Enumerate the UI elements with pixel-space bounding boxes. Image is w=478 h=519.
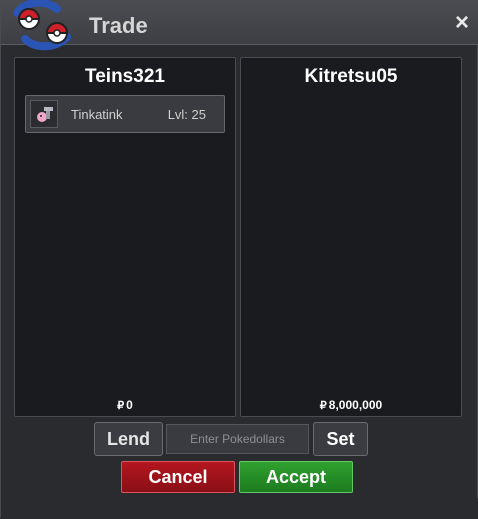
pokeball-logo-icon: [13, 0, 71, 51]
my-player-name: Teins321: [85, 66, 165, 87]
accept-button[interactable]: Accept: [239, 461, 353, 493]
my-money-value: 0: [126, 398, 133, 412]
partner-player-name: Kitretsu05: [304, 66, 398, 87]
lend-button[interactable]: Lend: [94, 422, 163, 456]
pokedollar-input[interactable]: [166, 424, 309, 454]
set-button[interactable]: Set: [313, 422, 368, 456]
close-icon[interactable]: ×: [455, 11, 469, 35]
my-offer-panel: Teins321 Tinkatink Lvl: 25 ₽0: [14, 57, 236, 417]
tinkatink-sprite-icon: [30, 100, 58, 128]
partner-money-display: ₽8,000,000: [241, 398, 461, 412]
trade-item-tinkatink[interactable]: Tinkatink Lvl: 25: [25, 95, 225, 133]
partner-offer-panel: Kitretsu05 ₽8,000,000: [240, 57, 462, 417]
pokedollar-icon: ₽: [319, 400, 327, 412]
my-money-display: ₽0: [15, 398, 235, 412]
window-bottom-edge: [1, 498, 478, 519]
trade-window: Trade × Teins321 Tinkatink Lvl: 25 ₽0 Ki…: [0, 0, 478, 519]
cancel-button[interactable]: Cancel: [121, 461, 235, 493]
partner-money-value: 8,000,000: [328, 398, 383, 412]
item-name: Tinkatink: [71, 107, 123, 122]
title-bar[interactable]: Trade ×: [1, 0, 478, 51]
item-level: Lvl: 25: [167, 107, 206, 122]
pokedollar-icon: ₽: [117, 400, 125, 412]
window-title: Trade: [89, 13, 148, 38]
